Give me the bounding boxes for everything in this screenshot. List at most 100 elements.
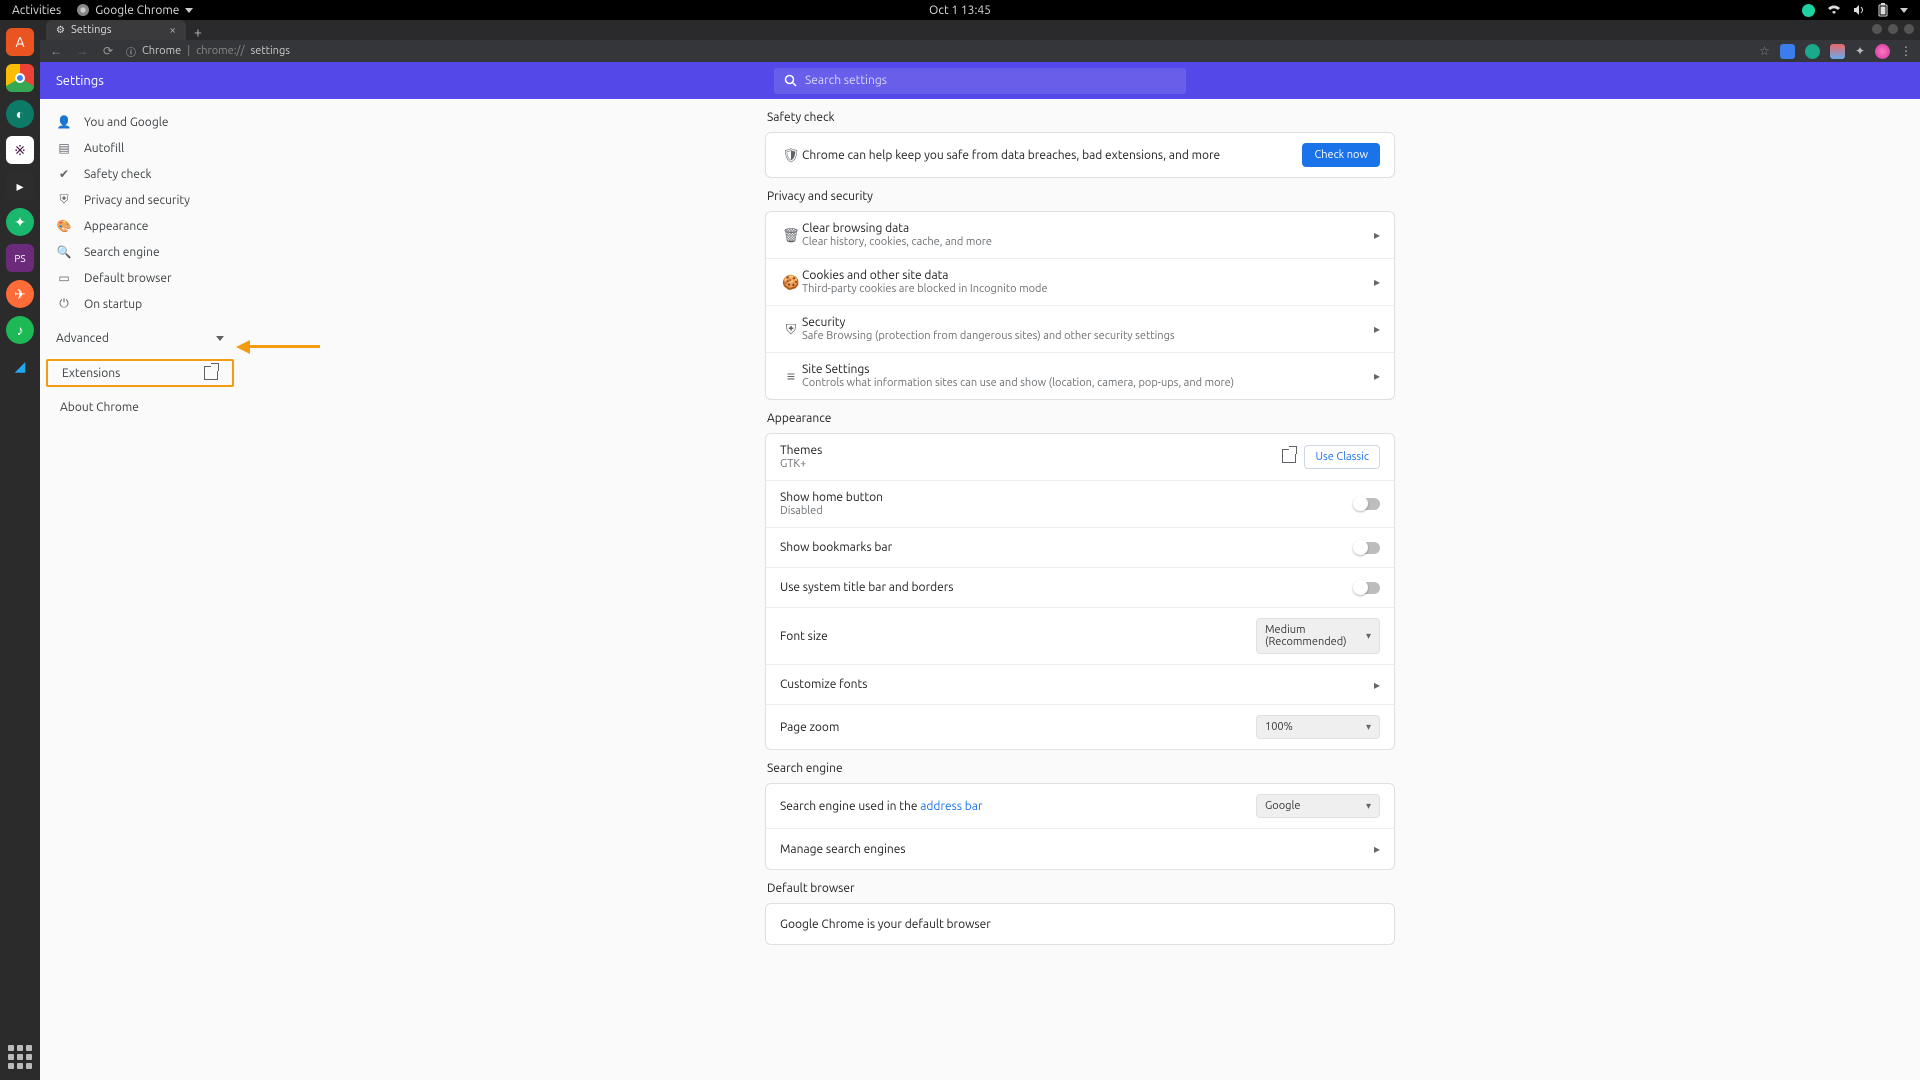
bookmark-star-icon[interactable]: ☆ bbox=[1759, 44, 1770, 58]
row-clear-browsing-data[interactable]: 🗑 Clear browsing dataClear history, cook… bbox=[766, 212, 1394, 259]
dock-terminal[interactable]: ▸ bbox=[6, 172, 34, 200]
select-value: Medium (Recommended) bbox=[1265, 624, 1366, 648]
open-in-new-icon[interactable] bbox=[1274, 449, 1296, 466]
shield-refresh-icon: 🛡 bbox=[780, 147, 802, 164]
address-bar-link[interactable]: address bar bbox=[920, 800, 982, 813]
battery-icon[interactable] bbox=[1878, 3, 1888, 17]
select-font-size[interactable]: Medium (Recommended)▾ bbox=[1256, 618, 1380, 654]
dock-slack[interactable]: ※ bbox=[6, 136, 34, 164]
row-title: Site Settings bbox=[802, 363, 1366, 376]
sidebar-link-about[interactable]: About Chrome bbox=[46, 393, 234, 421]
toggle-show-home[interactable] bbox=[1354, 498, 1380, 510]
trash-icon: 🗑 bbox=[780, 227, 802, 244]
new-tab-button[interactable]: + bbox=[194, 24, 202, 40]
dock-vscode[interactable]: ◢ bbox=[6, 352, 34, 380]
gnome-top-bar: Activities Google Chrome Oct 1 13:45 bbox=[0, 0, 1920, 20]
toggle-bookmarks-bar[interactable] bbox=[1354, 542, 1380, 554]
select-search-engine[interactable]: Google▾ bbox=[1256, 794, 1380, 818]
row-cookies[interactable]: 🍪 Cookies and other site dataThird-party… bbox=[766, 259, 1394, 306]
row-title: Page zoom bbox=[780, 721, 1256, 734]
dock-ubuntu-software[interactable]: A bbox=[6, 28, 34, 56]
extension-icon-1[interactable] bbox=[1780, 44, 1795, 59]
row-site-settings[interactable]: ≡ Site SettingsControls what information… bbox=[766, 353, 1394, 399]
autofill-icon: ▤ bbox=[56, 141, 72, 155]
app-menu[interactable]: Google Chrome bbox=[77, 4, 193, 17]
row-title: Search engine used in the address bar bbox=[780, 800, 1256, 813]
browser-icon: ▭ bbox=[56, 271, 72, 285]
sidebar-item-privacy-security[interactable]: ⛨Privacy and security bbox=[40, 187, 240, 213]
gear-icon: ⚙ bbox=[56, 24, 65, 36]
sidebar-item-default-browser[interactable]: ▭Default browser bbox=[40, 265, 240, 291]
sidebar-item-autofill[interactable]: ▤ Autofill bbox=[40, 135, 240, 161]
chevron-down-icon: ▾ bbox=[1366, 800, 1371, 812]
extensions-puzzle-icon[interactable]: ✦ bbox=[1855, 44, 1865, 58]
app-menu-label: Google Chrome bbox=[95, 4, 179, 17]
activities-button[interactable]: Activities bbox=[12, 4, 61, 17]
window-maximize[interactable] bbox=[1888, 24, 1898, 34]
toggle-system-title-bar[interactable] bbox=[1354, 582, 1380, 594]
sidebar-item-on-startup[interactable]: ⏻On startup bbox=[40, 291, 240, 317]
volume-icon[interactable] bbox=[1853, 4, 1866, 16]
settings-sidebar: 👤You and Google ▤Autofill ✔Safety check … bbox=[40, 99, 240, 1080]
cookie-icon: 🍪 bbox=[780, 274, 802, 291]
window-close[interactable] bbox=[1904, 24, 1914, 34]
sidebar-advanced[interactable]: Advanced bbox=[40, 323, 240, 353]
check-now-button[interactable]: Check now bbox=[1302, 143, 1380, 167]
row-themes[interactable]: ThemesGTK+ Use Classic bbox=[766, 434, 1394, 481]
settings-header: Settings bbox=[40, 62, 1920, 99]
use-classic-button[interactable]: Use Classic bbox=[1304, 445, 1380, 469]
chrome-menu-icon[interactable]: ⋮ bbox=[1900, 44, 1912, 58]
tab-settings[interactable]: ⚙ Settings × bbox=[46, 20, 186, 40]
sidebar-item-label: Autofill bbox=[84, 142, 124, 155]
section-title-search-engine: Search engine bbox=[767, 762, 1395, 775]
card-safety-check: 🛡 Chrome can help keep you safe from dat… bbox=[765, 132, 1395, 178]
dock-app-teal[interactable]: ◐ bbox=[6, 100, 34, 128]
dock-chrome[interactable] bbox=[6, 64, 34, 92]
chrome-small-icon bbox=[77, 4, 89, 16]
extension-icon-2[interactable] bbox=[1805, 44, 1820, 59]
profile-avatar[interactable] bbox=[1875, 44, 1890, 59]
settings-search[interactable] bbox=[774, 68, 1186, 94]
url-scheme: Chrome bbox=[142, 45, 181, 57]
close-icon[interactable]: × bbox=[169, 24, 176, 37]
sidebar-item-label: Safety check bbox=[84, 168, 152, 181]
chevron-down-icon[interactable] bbox=[1900, 8, 1908, 13]
extension-icon-3[interactable] bbox=[1830, 44, 1845, 59]
settings-search-input[interactable] bbox=[805, 74, 1176, 87]
select-page-zoom[interactable]: 100%▾ bbox=[1256, 715, 1380, 739]
row-title: Themes bbox=[780, 444, 1274, 457]
address-bar[interactable]: ⓘ Chrome | chrome://settings bbox=[126, 44, 290, 59]
row-title: Security bbox=[802, 316, 1366, 329]
wifi-icon[interactable] bbox=[1827, 5, 1841, 16]
clock[interactable]: Oct 1 13:45 bbox=[929, 4, 991, 17]
card-search-engine: Search engine used in the address bar Go… bbox=[765, 783, 1395, 870]
row-subtitle: GTK+ bbox=[780, 458, 1274, 470]
back-button[interactable]: ← bbox=[48, 44, 64, 58]
dock-pycharm[interactable]: PS bbox=[6, 244, 34, 272]
row-default-browser: Google Chrome is your default browser bbox=[766, 904, 1394, 944]
sidebar-item-appearance[interactable]: 🎨Appearance bbox=[40, 213, 240, 239]
search-icon: 🔍 bbox=[56, 245, 72, 259]
dock-show-applications[interactable] bbox=[7, 1044, 33, 1070]
reload-button[interactable]: ⟳ bbox=[100, 44, 116, 58]
sidebar-item-safety-check[interactable]: ✔Safety check bbox=[40, 161, 240, 187]
row-system-title-bar: Use system title bar and borders bbox=[766, 568, 1394, 608]
section-title-privacy: Privacy and security bbox=[767, 190, 1395, 203]
row-security[interactable]: ⛨ SecuritySafe Browsing (protection from… bbox=[766, 306, 1394, 353]
site-info-icon[interactable]: ⓘ bbox=[126, 44, 136, 59]
dock-postman[interactable]: ✈ bbox=[6, 280, 34, 308]
dock-spotify[interactable]: ♪ bbox=[6, 316, 34, 344]
status-app-icon[interactable] bbox=[1802, 4, 1815, 17]
row-manage-search-engines[interactable]: Manage search engines ▸ bbox=[766, 829, 1394, 869]
sidebar-link-extensions[interactable]: Extensions bbox=[46, 359, 234, 387]
row-subtitle: Third-party cookies are blocked in Incog… bbox=[802, 283, 1366, 295]
sidebar-item-search-engine[interactable]: 🔍 Search engine bbox=[40, 239, 240, 265]
settings-content[interactable]: Safety check 🛡 Chrome can help keep you … bbox=[240, 99, 1920, 1080]
sidebar-item-you-and-google[interactable]: 👤You and Google bbox=[40, 109, 240, 135]
window-minimize[interactable] bbox=[1872, 24, 1882, 34]
forward-button[interactable]: → bbox=[74, 44, 90, 58]
tab-title: Settings bbox=[71, 24, 112, 36]
dock-app-green[interactable]: ✦ bbox=[6, 208, 34, 236]
row-customize-fonts[interactable]: Customize fonts ▸ bbox=[766, 665, 1394, 705]
sidebar-item-label: Search engine bbox=[84, 246, 160, 259]
